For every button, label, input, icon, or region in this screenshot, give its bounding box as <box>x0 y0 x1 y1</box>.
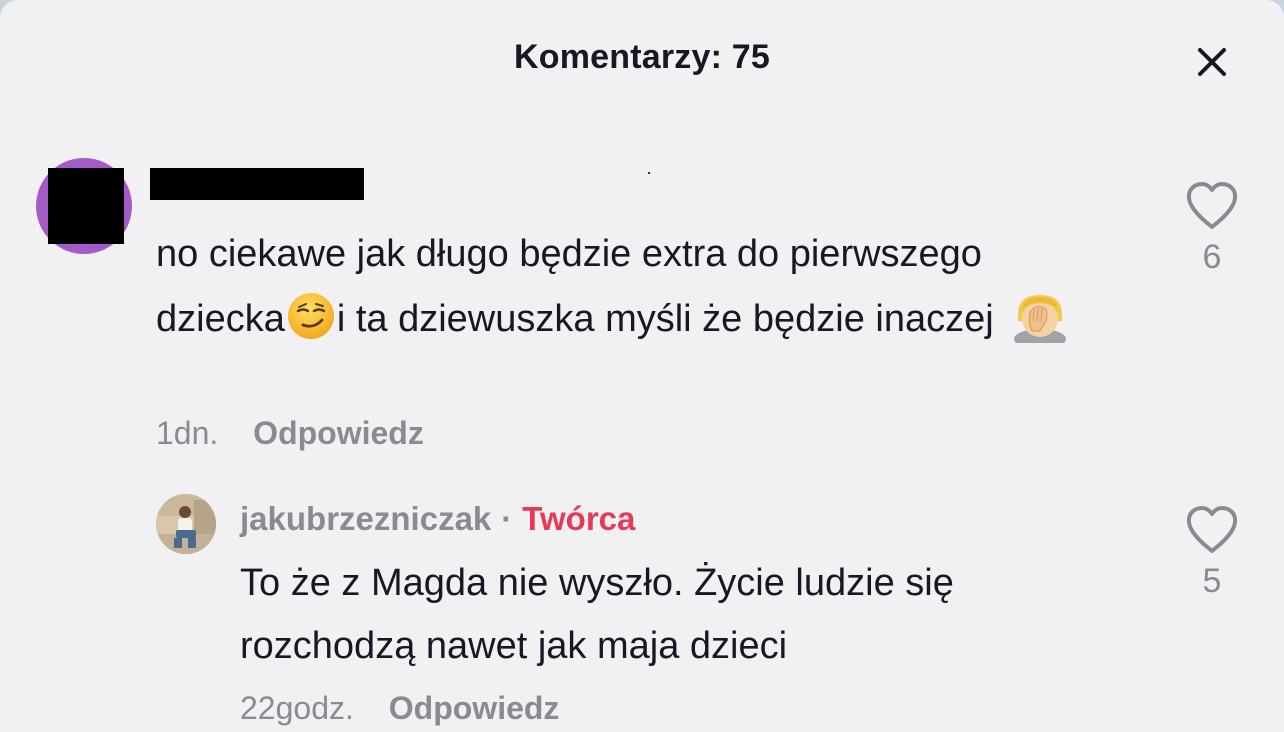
reply-like-count: 5 <box>1202 562 1222 600</box>
comment-text-part2: i ta dziewuszka myśli że będzie inaczej <box>336 298 1005 340</box>
screen-speck <box>648 172 650 174</box>
reply-time: 22godz. <box>240 690 354 726</box>
reply-avatar[interactable] <box>156 494 216 554</box>
comment-time: 1dn. <box>156 415 219 451</box>
reply-button[interactable]: Odpowiedz <box>253 415 424 451</box>
heart-icon[interactable] <box>1184 180 1240 232</box>
separator-dot: · <box>501 500 513 537</box>
username-redaction <box>150 168 364 200</box>
reply-header: jakubrzezniczak · Twórca <box>240 500 635 538</box>
comments-count-title: Komentarzy: 75 <box>514 38 770 76</box>
like-button[interactable]: 6 <box>1182 180 1242 277</box>
comment-meta: 1dn. Odpowiedz <box>156 415 424 452</box>
heart-icon[interactable] <box>1184 504 1240 556</box>
smirk-emoji-icon <box>286 291 336 341</box>
reply-like-button[interactable]: 5 <box>1182 504 1242 601</box>
reply-meta: 22godz. Odpowiedz <box>240 690 559 727</box>
like-count: 6 <box>1202 238 1222 276</box>
comment-text: no ciekawe jak długo będzie extra do pie… <box>156 222 1116 352</box>
reply-to-reply-button[interactable]: Odpowiedz <box>389 690 560 726</box>
reply-text: To że z Magda nie wyszło. Życie ludzie s… <box>240 562 954 667</box>
reply-username[interactable]: jakubrzezniczak <box>240 500 491 537</box>
avatar-redaction <box>48 168 124 244</box>
facepalm-emoji-icon <box>1012 291 1068 349</box>
comments-sheet: Komentarzy: 75 no ciekawe jak długo będz… <box>0 0 1284 732</box>
creator-badge: Twórca <box>522 500 636 537</box>
close-icon[interactable] <box>1188 38 1236 86</box>
